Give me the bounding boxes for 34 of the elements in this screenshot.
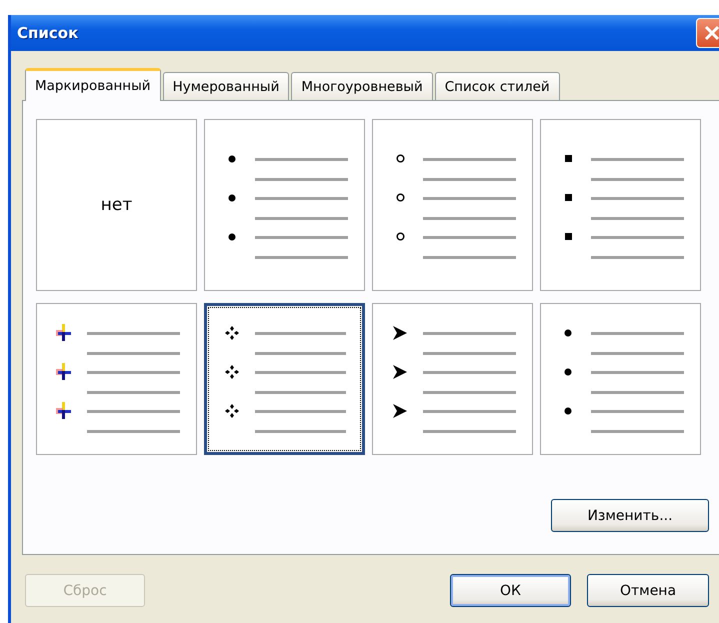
tab[interactable]: Многоуровневый bbox=[291, 72, 433, 101]
bullet-style-option[interactable] bbox=[204, 303, 365, 455]
none-label: нет bbox=[100, 195, 132, 215]
bullet-dot-icon bbox=[564, 328, 572, 336]
close-button[interactable] bbox=[696, 18, 719, 48]
four-diamonds-icon bbox=[225, 364, 239, 378]
tab[interactable]: Маркированный bbox=[25, 68, 161, 101]
modify-button[interactable]: Изменить... bbox=[551, 499, 709, 532]
bullet-circle-icon bbox=[396, 232, 404, 241]
bullet-dot-icon bbox=[228, 154, 236, 162]
bullet-square-icon bbox=[564, 155, 572, 162]
bullet-dot-icon bbox=[228, 194, 236, 202]
tab[interactable]: Список стилей bbox=[434, 72, 560, 101]
tab[interactable]: Нумерованный bbox=[162, 72, 290, 101]
colored-cross-icon bbox=[56, 402, 72, 420]
bullet-circle-icon bbox=[396, 154, 404, 163]
close-icon bbox=[704, 25, 719, 41]
bullet-dot-icon bbox=[564, 368, 572, 376]
arrowhead-icon bbox=[393, 404, 407, 418]
dialog-button[interactable]: ОК bbox=[450, 574, 571, 607]
bullet-square-icon bbox=[564, 233, 572, 240]
arrowhead-icon bbox=[393, 364, 407, 378]
dialog-button[interactable]: Отмена bbox=[587, 574, 709, 607]
window-title: Список bbox=[17, 24, 78, 42]
colored-cross-icon bbox=[56, 362, 72, 380]
bullet-dot-icon bbox=[564, 406, 572, 414]
bullet-square-icon bbox=[564, 194, 572, 201]
bullet-dot-icon bbox=[228, 232, 236, 240]
four-diamonds-icon bbox=[225, 404, 239, 418]
colored-cross-icon bbox=[56, 324, 72, 342]
four-diamonds-icon bbox=[225, 326, 239, 340]
arrowhead-icon bbox=[393, 326, 407, 340]
bullet-circle-icon bbox=[396, 193, 404, 202]
bullet-style-option[interactable]: нет bbox=[36, 119, 197, 291]
